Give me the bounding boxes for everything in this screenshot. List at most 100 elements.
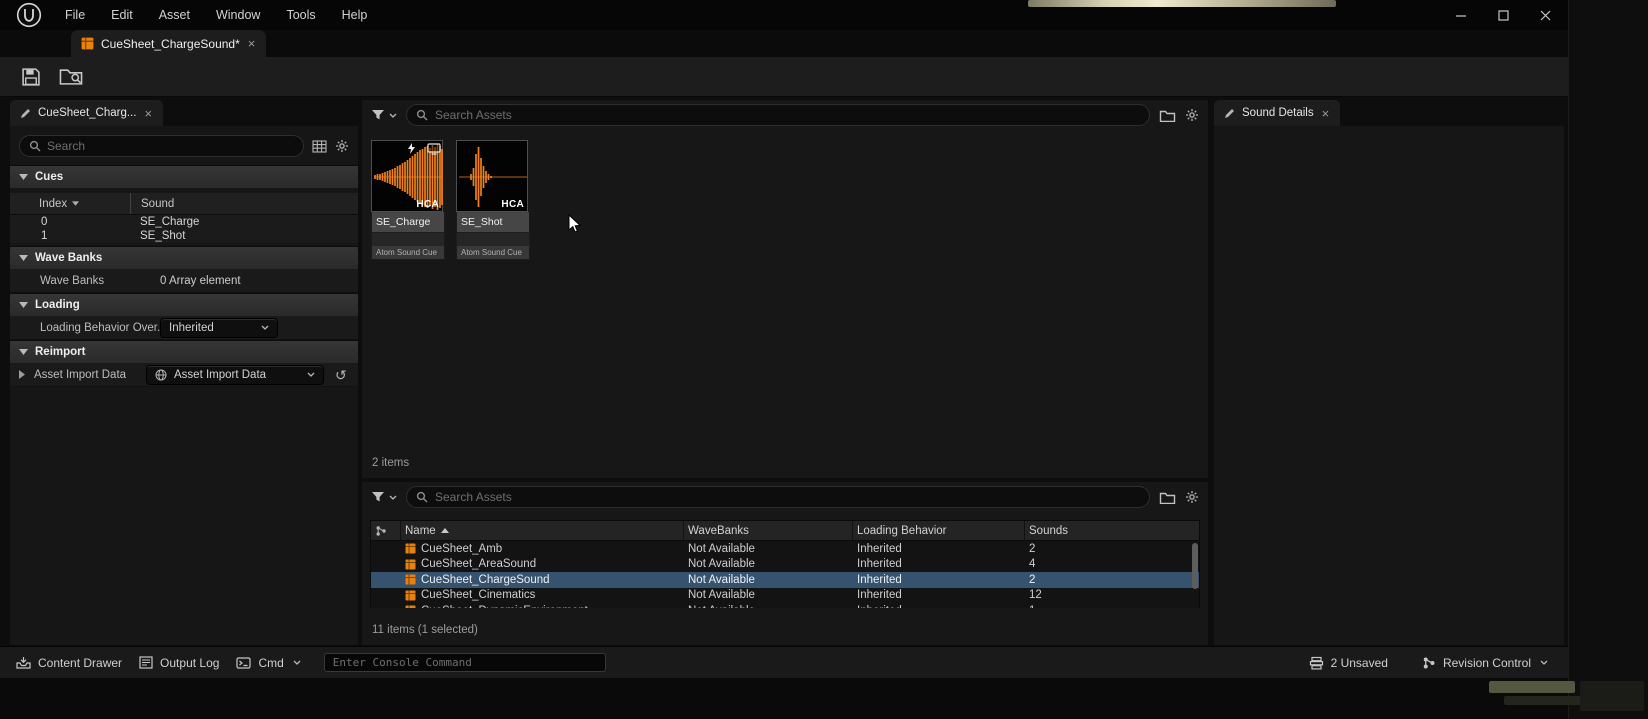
cuesheet-table: Name WaveBanks Loading Behavior Sounds C… bbox=[370, 520, 1200, 608]
details-settings-gear-icon[interactable] bbox=[335, 139, 349, 153]
unsaved-badge[interactable]: 2 Unsaved bbox=[1309, 656, 1388, 670]
view-settings-gear-icon[interactable] bbox=[1185, 490, 1199, 504]
row-sounds: 2 bbox=[1029, 542, 1036, 555]
asset-import-data-dropdown[interactable]: Asset Import Data bbox=[146, 364, 324, 385]
close-icon bbox=[1540, 10, 1550, 20]
section-loading-header[interactable]: Loading bbox=[10, 293, 358, 316]
row-name: CueSheet_ChargeSound bbox=[421, 573, 550, 586]
row-name: CueSheet_AreaSound bbox=[421, 558, 537, 571]
maximize-button[interactable] bbox=[1482, 0, 1524, 30]
minimize-icon bbox=[1455, 14, 1466, 17]
menu-edit[interactable]: Edit bbox=[98, 0, 146, 30]
details-panel-tab[interactable]: CueSheet_Charg... × bbox=[10, 100, 164, 126]
asset-row[interactable]: CueSheet_Amb Not Available Inherited 2 bbox=[371, 541, 1199, 557]
browse-to-asset-button[interactable] bbox=[59, 67, 83, 86]
revision-column-header[interactable] bbox=[371, 521, 401, 540]
column-header-name[interactable]: Name bbox=[401, 521, 684, 540]
menu-tools[interactable]: Tools bbox=[273, 0, 328, 30]
row-name: CueSheet_DynamicEnvironment bbox=[421, 605, 588, 608]
row-wavebanks: Not Available bbox=[688, 558, 755, 571]
table-scrollbar[interactable] bbox=[1192, 543, 1198, 589]
wave-banks-value: 0 Array element bbox=[160, 274, 241, 287]
column-header-wavebanks[interactable]: WaveBanks bbox=[684, 521, 853, 540]
chevron-down-icon bbox=[389, 113, 397, 118]
path-picker-folder-icon[interactable] bbox=[1159, 491, 1176, 504]
details-panel: CueSheet_Charg... × Search Cues Index So… bbox=[10, 100, 358, 645]
expander-right-icon[interactable] bbox=[19, 370, 25, 379]
menu-asset[interactable]: Asset bbox=[146, 0, 203, 30]
cuesheet-icon bbox=[405, 543, 416, 554]
mouse-cursor bbox=[568, 214, 582, 234]
search-icon bbox=[29, 140, 41, 152]
section-reimport-header[interactable]: Reimport bbox=[10, 340, 358, 363]
edit-pencil-icon bbox=[1225, 108, 1234, 118]
loading-behavior-dropdown[interactable]: Inherited bbox=[160, 317, 278, 338]
cue-col-sound[interactable]: Sound bbox=[130, 193, 358, 214]
asset-tile-se-charge[interactable]: HCA SE_Charge Atom Sound Cue bbox=[371, 140, 445, 260]
window-controls bbox=[1440, 0, 1566, 30]
background-window-fragment bbox=[1580, 681, 1644, 711]
minimize-button[interactable] bbox=[1440, 0, 1482, 30]
cue-search-input[interactable] bbox=[435, 108, 1140, 122]
details-panel-close-button[interactable]: × bbox=[143, 107, 153, 120]
row-loading-behavior: Inherited bbox=[857, 573, 902, 586]
cue-row[interactable]: 0 SE_Charge bbox=[10, 215, 358, 229]
asset-row[interactable]: CueSheet_AreaSound Not Available Inherit… bbox=[371, 557, 1199, 573]
details-panel-tabrow: CueSheet_Charg... × bbox=[10, 100, 358, 126]
loading-behavior-row: Loading Behavior Over... Inherited bbox=[10, 316, 358, 340]
menu-file[interactable]: File bbox=[52, 0, 98, 30]
row-name: CueSheet_Cinematics bbox=[421, 589, 536, 602]
revision-control-dropdown[interactable]: Revision Control bbox=[1422, 656, 1548, 670]
save-button[interactable] bbox=[21, 67, 41, 87]
menu-window[interactable]: Window bbox=[203, 0, 273, 30]
view-settings-gear-icon[interactable] bbox=[1185, 108, 1199, 122]
section-wavebanks-label: Wave Banks bbox=[35, 252, 103, 264]
chevron-down-icon bbox=[261, 325, 269, 330]
doc-tab-close-button[interactable]: × bbox=[247, 37, 257, 50]
section-cues-header[interactable]: Cues bbox=[10, 165, 358, 188]
chevron-down-icon bbox=[19, 349, 28, 355]
console-command-input[interactable] bbox=[323, 653, 606, 672]
path-picker-folder-icon[interactable] bbox=[1159, 109, 1176, 122]
menu-bar: File Edit Asset Window Tools Help bbox=[52, 0, 380, 30]
asset-tile-se-shot[interactable]: HCA SE_Shot Atom Sound Cue bbox=[456, 140, 530, 260]
content-drawer-icon bbox=[16, 657, 31, 669]
sound-details-close-button[interactable]: × bbox=[1321, 107, 1331, 120]
asset-tiles: HCA SE_Charge Atom Sound Cue HCA SE_Shot… bbox=[362, 130, 1208, 260]
section-wavebanks-header[interactable]: Wave Banks bbox=[10, 246, 358, 269]
details-panel-body: Cues Index Sound 0 SE_Charge 1 SE_Shot bbox=[10, 126, 358, 645]
chevron-down-icon bbox=[389, 495, 397, 500]
asset-row[interactable]: CueSheet_Cinematics Not Available Inheri… bbox=[371, 588, 1199, 604]
cuesheet-icon bbox=[405, 559, 416, 570]
desktop-background-right bbox=[1568, 0, 1648, 719]
content-drawer-button[interactable]: Content Drawer bbox=[16, 656, 122, 670]
section-reimport-label: Reimport bbox=[35, 346, 86, 358]
asset-type: Atom Sound Cue bbox=[371, 246, 445, 260]
menu-help[interactable]: Help bbox=[329, 0, 381, 30]
wave-banks-label: Wave Banks bbox=[40, 274, 105, 287]
row-wavebanks: Not Available bbox=[688, 589, 755, 602]
list-search-input[interactable] bbox=[435, 490, 1140, 504]
tab-cuesheet-chargesound[interactable]: CueSheet_ChargeSound* × bbox=[71, 30, 267, 57]
table-view-icon[interactable] bbox=[312, 139, 327, 153]
filter-button[interactable] bbox=[371, 109, 397, 121]
reset-to-default-icon[interactable]: ↺ bbox=[335, 368, 347, 382]
filter-button[interactable] bbox=[371, 491, 397, 503]
sound-details-tab[interactable]: Sound Details × bbox=[1214, 100, 1341, 126]
row-wavebanks: Not Available bbox=[688, 573, 755, 586]
column-header-sounds[interactable]: Sounds bbox=[1025, 521, 1199, 540]
wave-banks-row: Wave Banks 0 Array element bbox=[10, 269, 358, 293]
filter-funnel-icon bbox=[372, 110, 384, 120]
cue-table-header: Index Sound bbox=[10, 193, 358, 215]
details-search-input[interactable] bbox=[47, 139, 294, 153]
column-header-loading-behavior[interactable]: Loading Behavior bbox=[853, 521, 1025, 540]
sound-details-tab-label: Sound Details bbox=[1242, 107, 1314, 119]
close-button[interactable] bbox=[1524, 0, 1566, 30]
cue-row[interactable]: 1 SE_Shot bbox=[10, 229, 358, 243]
output-log-button[interactable]: Output Log bbox=[139, 656, 219, 670]
cue-col-index[interactable]: Index bbox=[10, 193, 130, 214]
asset-row[interactable]: CueSheet_DynamicEnvironment Not Availabl… bbox=[371, 603, 1199, 608]
row-name: CueSheet_Amb bbox=[421, 542, 503, 555]
cmd-dropdown[interactable]: Cmd bbox=[236, 656, 301, 670]
asset-row-selected[interactable]: CueSheet_ChargeSound Not Available Inher… bbox=[371, 572, 1199, 588]
